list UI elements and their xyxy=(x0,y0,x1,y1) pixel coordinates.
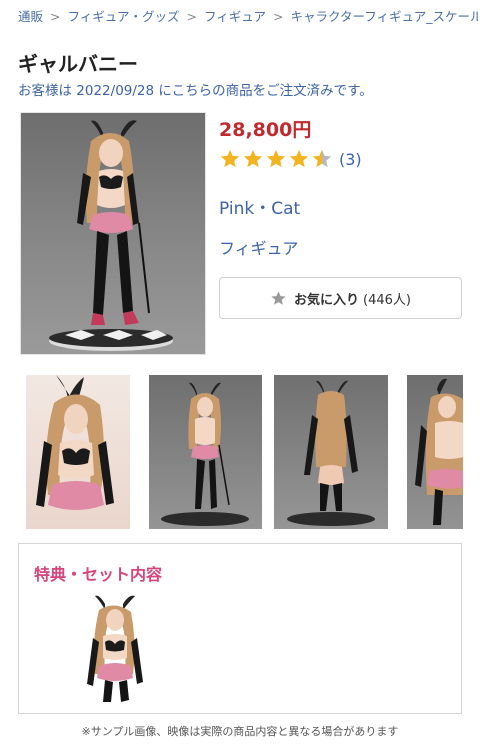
favorite-count: (446人) xyxy=(363,292,411,308)
breadcrumb: 通販 > フィギュア・グッズ > フィギュア > キャラクターフィギュア_スケール xyxy=(18,6,478,26)
bonus-item-image[interactable] xyxy=(75,594,155,706)
thumbnail-image[interactable] xyxy=(274,375,388,529)
breadcrumb-item-figure-goods[interactable]: フィギュア・グッズ xyxy=(68,9,180,24)
breadcrumb-item-shop[interactable]: 通販 xyxy=(18,9,43,24)
sample-image-disclaimer: ※サンプル画像、映像は実際の商品内容と異なる場合があります xyxy=(81,725,399,738)
rating-stars[interactable]: (3) xyxy=(219,147,362,171)
star-icon xyxy=(271,290,286,305)
breadcrumb-separator: > xyxy=(50,9,61,24)
bonus-contents-section: 特典・セット内容 xyxy=(18,543,462,714)
star-full-icon xyxy=(289,149,309,168)
bonus-heading: 特典・セット内容 xyxy=(34,565,163,584)
star-full-icon xyxy=(266,149,286,168)
thumbnail-image[interactable] xyxy=(407,375,463,529)
order-history-note[interactable]: お客様は 2022/09/28 にこちらの商品をご注文済みです。 xyxy=(18,79,373,99)
breadcrumb-item-figure[interactable]: フィギュア xyxy=(204,9,266,24)
category-link[interactable]: フィギュア xyxy=(219,235,298,259)
product-title: ギャルバニー xyxy=(18,52,138,76)
main-product-image[interactable] xyxy=(20,112,206,355)
favorite-label: お気に入り xyxy=(294,292,360,308)
thumbnail-image[interactable] xyxy=(26,375,130,529)
variant-link[interactable]: Pink・Cat xyxy=(219,194,300,219)
breadcrumb-item-character-scale[interactable]: キャラクターフィギュア_スケール xyxy=(291,9,479,24)
add-favorite-button[interactable]: お気に入り (446人) xyxy=(219,277,462,319)
star-full-icon xyxy=(220,149,240,168)
thumbnail-image[interactable] xyxy=(149,375,262,529)
breadcrumb-separator: > xyxy=(273,9,284,24)
star-full-icon xyxy=(243,149,263,168)
breadcrumb-separator: > xyxy=(186,9,197,24)
review-count-link[interactable]: (3) xyxy=(339,150,362,169)
star-half-icon xyxy=(312,149,332,168)
product-price: 28,800円 xyxy=(219,119,312,141)
